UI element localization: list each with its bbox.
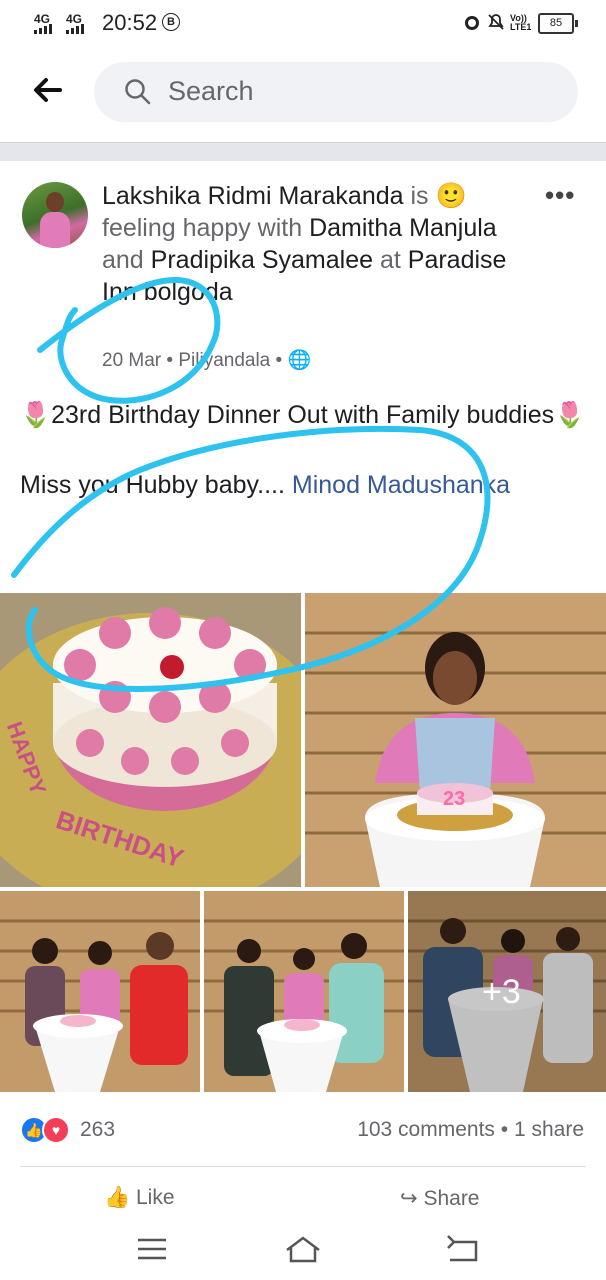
section-divider: [0, 142, 606, 161]
search-placeholder: Search: [168, 76, 254, 106]
clock: 20:52: [102, 10, 158, 35]
share-icon: ↪: [400, 1187, 418, 1210]
search-icon: [125, 79, 151, 105]
feeling-label: feeling happy with: [102, 214, 303, 242]
avatar[interactable]: [22, 182, 88, 248]
system-navigation-bar: [0, 1214, 606, 1280]
mute-icon: [488, 14, 504, 30]
photo-group-3[interactable]: +3: [408, 891, 606, 1092]
signal-bars-icon: [34, 24, 84, 34]
love-reaction-icon: ♥: [42, 1116, 70, 1144]
comments-shares: 103 comments • 1 share: [357, 1118, 584, 1141]
photo-group-1[interactable]: [0, 891, 200, 1092]
is-label: is: [410, 182, 429, 210]
friend-1[interactable]: Damitha Manjula: [309, 214, 497, 242]
volte-label: Vo)) LTE1: [510, 13, 532, 32]
annotation-scribble: [11, 276, 491, 692]
shares-count[interactable]: 1 share: [514, 1118, 584, 1141]
reaction-count[interactable]: 263: [80, 1118, 115, 1142]
b-icon: B: [162, 13, 180, 31]
back-nav-icon[interactable]: [442, 1228, 482, 1268]
comments-count[interactable]: 103 comments: [357, 1118, 495, 1141]
author-name[interactable]: Lakshika Ridmi Marakanda: [102, 182, 404, 210]
more-photos-label: +3: [482, 973, 521, 1011]
share-button[interactable]: ↪ Share: [400, 1186, 480, 1211]
share-label: Share: [423, 1187, 480, 1210]
candle-number: 23: [443, 788, 465, 810]
home-icon[interactable]: [283, 1228, 323, 1268]
status-bar: 4G 4G 20:52 B Vo)) LTE1 85: [0, 0, 606, 46]
like-label: Like: [136, 1186, 175, 1209]
photo-group-2[interactable]: [204, 891, 404, 1092]
more-options-icon[interactable]: •••: [545, 180, 575, 211]
back-arrow-icon[interactable]: [30, 72, 66, 108]
menu-icon[interactable]: [132, 1228, 172, 1268]
like-icon: 👍: [104, 1186, 131, 1209]
actions-divider: [20, 1166, 586, 1167]
alarm-icon: [465, 16, 479, 30]
smiley-icon: 🙂: [435, 182, 467, 210]
search-input[interactable]: Search: [94, 62, 578, 122]
battery-icon: 85: [538, 13, 578, 34]
like-button[interactable]: 👍 Like: [104, 1186, 175, 1210]
